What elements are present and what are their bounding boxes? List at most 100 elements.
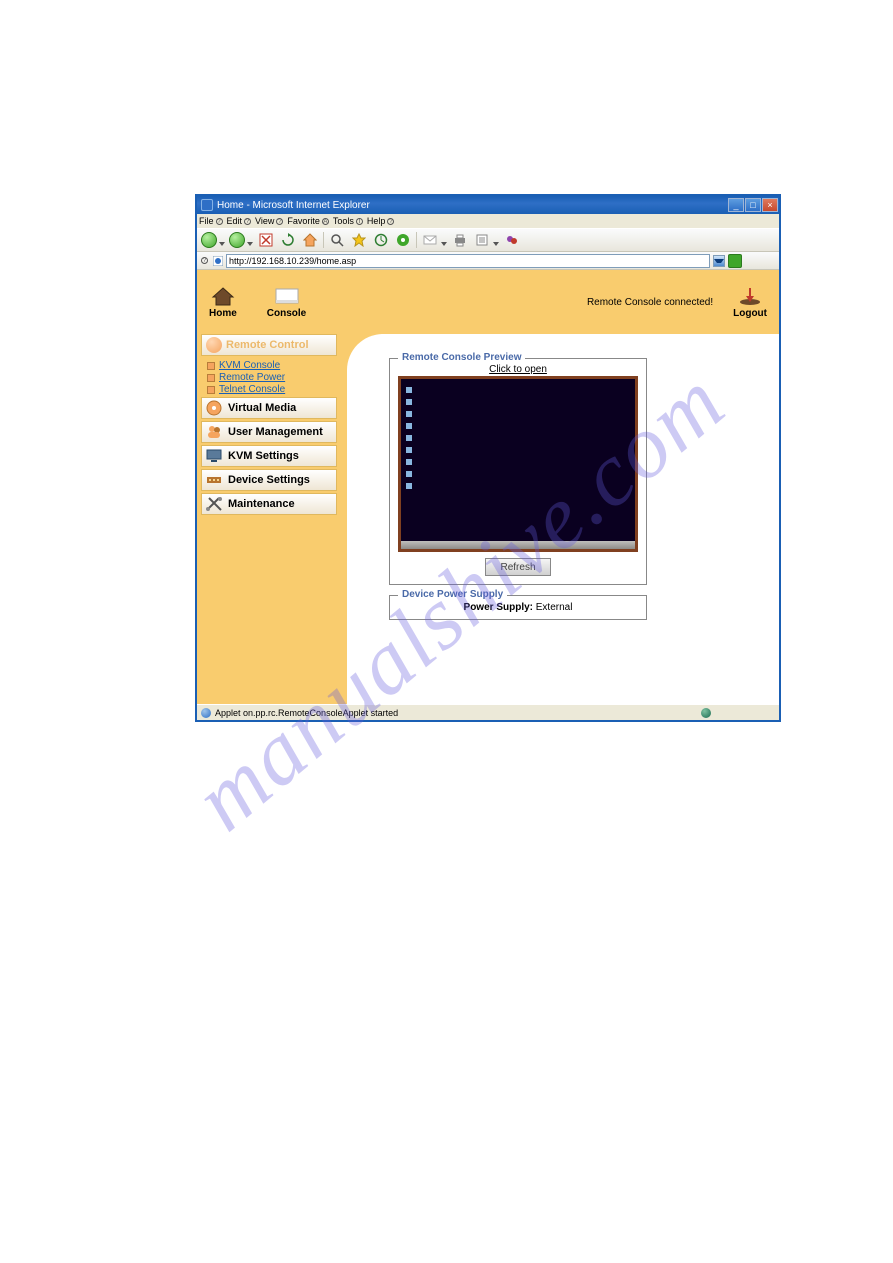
maintenance-icon — [204, 495, 224, 513]
msn-icon[interactable] — [503, 231, 521, 249]
sidebar-kvm-console[interactable]: KVM Console — [207, 360, 347, 371]
edit-dropdown[interactable] — [493, 237, 499, 243]
forward-button[interactable] — [229, 232, 245, 248]
nav-console[interactable]: Console — [267, 286, 306, 319]
title-bar: Home - Microsoft Internet Explorer _ □ × — [197, 196, 779, 214]
connection-status: Remote Console connected! — [587, 297, 713, 308]
status-icon — [201, 708, 211, 718]
sidebar-maintenance[interactable]: Maintenance — [201, 493, 337, 515]
sidebar-device-settings-label: Device Settings — [228, 474, 310, 486]
home-icon — [211, 286, 235, 306]
menu-glyph: ? — [276, 218, 283, 225]
back-dropdown[interactable] — [219, 237, 225, 243]
edit-icon[interactable] — [473, 231, 491, 249]
back-button[interactable] — [201, 232, 217, 248]
stop-icon[interactable] — [257, 231, 275, 249]
power-supply-label: Power Supply: — [464, 602, 533, 613]
kvm-settings-icon — [204, 447, 224, 465]
status-bar: Applet on.pp.rc.RemoteConsoleApplet star… — [197, 704, 779, 720]
console-icon — [275, 286, 299, 306]
menu-glyph: ? — [216, 218, 223, 225]
desktop-icon — [406, 483, 412, 489]
rcp-legend: Remote Console Preview — [398, 352, 525, 363]
desktop-icon — [406, 423, 412, 429]
nav-logout[interactable]: Logout — [733, 286, 767, 319]
nav-home[interactable]: Home — [209, 286, 237, 319]
dps-legend: Device Power Supply — [398, 589, 507, 600]
sidebar-remote-control-label: Remote Control — [226, 339, 309, 351]
sidebar-device-settings[interactable]: Device Settings — [201, 469, 337, 491]
sidebar-user-management[interactable]: User Management — [201, 421, 337, 443]
device-power-supply-box: Device Power Supply Power Supply: Extern… — [389, 595, 647, 620]
desktop-icon — [406, 387, 412, 393]
refresh-icon[interactable] — [279, 231, 297, 249]
toolbar — [197, 228, 779, 252]
history-icon[interactable] — [372, 231, 390, 249]
close-button[interactable]: × — [762, 198, 778, 212]
window-controls: _ □ × — [728, 198, 779, 212]
power-supply-value: External — [536, 602, 573, 613]
ie-icon — [201, 199, 213, 211]
device-settings-icon — [204, 471, 224, 489]
print-icon[interactable] — [451, 231, 469, 249]
maximize-button[interactable]: □ — [745, 198, 761, 212]
menu-bar: File? Edit? View? Favorite A ToolsI Help… — [197, 214, 779, 228]
nav-logout-label: Logout — [733, 308, 767, 319]
desktop-icon — [406, 447, 412, 453]
desktop-icon — [406, 459, 412, 465]
desktop-icon — [406, 471, 412, 477]
menu-glyph: ? — [387, 218, 394, 225]
menu-file[interactable]: File — [199, 216, 214, 226]
page-content: Home Console Remote Console connected! L… — [197, 270, 779, 704]
menu-glyph: A — [322, 218, 329, 225]
refresh-button[interactable]: Refresh — [485, 558, 551, 576]
menu-help[interactable]: Help — [367, 216, 386, 226]
window-title: Home - Microsoft Internet Explorer — [217, 200, 724, 211]
internet-zone-icon — [701, 708, 711, 718]
address-input[interactable]: http://192.168.10.239/home.asp — [226, 254, 710, 268]
click-to-open-link[interactable]: Click to open — [398, 363, 638, 376]
body-row: Remote Control KVM Console Remote Power … — [197, 334, 779, 704]
minimize-button[interactable]: _ — [728, 198, 744, 212]
sidebar-user-management-label: User Management — [228, 426, 323, 438]
virtual-media-icon — [204, 399, 224, 417]
menu-tools[interactable]: Tools — [333, 216, 354, 226]
sidebar-maintenance-label: Maintenance — [228, 498, 295, 510]
separator — [323, 232, 324, 248]
sidebar-virtual-media[interactable]: Virtual Media — [201, 397, 337, 419]
remote-control-icon — [206, 337, 222, 353]
preview-taskbar — [401, 541, 635, 549]
menu-view[interactable]: View — [255, 216, 274, 226]
main-panel: Remote Console Preview Click to open — [347, 334, 779, 704]
sidebar-remote-power-label: Remote Power — [219, 372, 285, 383]
top-nav: Home Console Remote Console connected! L… — [197, 270, 779, 334]
preview-screen[interactable] — [398, 376, 638, 552]
page-icon — [213, 256, 223, 266]
menu-favorite[interactable]: Favorite — [287, 216, 320, 226]
mail-dropdown[interactable] — [441, 237, 447, 243]
power-supply-row: Power Supply: External — [398, 600, 638, 613]
mail-icon[interactable] — [421, 231, 439, 249]
address-url: http://192.168.10.239/home.asp — [229, 256, 356, 266]
go-button[interactable] — [728, 254, 742, 268]
status-text: Applet on.pp.rc.RemoteConsoleApplet star… — [215, 708, 398, 718]
menu-edit[interactable]: Edit — [227, 216, 243, 226]
address-dropdown[interactable] — [713, 255, 725, 267]
search-icon[interactable] — [328, 231, 346, 249]
media-icon[interactable] — [394, 231, 412, 249]
sidebar-kvm-settings[interactable]: KVM Settings — [201, 445, 337, 467]
sidebar-remote-power[interactable]: Remote Power — [207, 372, 347, 383]
logout-icon — [738, 286, 762, 306]
desktop-icon — [406, 435, 412, 441]
sidebar-remote-control[interactable]: Remote Control — [201, 334, 337, 356]
sidebar-virtual-media-label: Virtual Media — [228, 402, 296, 414]
forward-dropdown[interactable] — [247, 237, 253, 243]
menu-glyph: ? — [244, 218, 251, 225]
sidebar-kvm-console-label: KVM Console — [219, 360, 280, 371]
favorites-icon[interactable] — [350, 231, 368, 249]
sidebar-telnet-console[interactable]: Telnet Console — [207, 384, 347, 395]
sidebar-kvm-settings-label: KVM Settings — [228, 450, 299, 462]
address-bar: ? http://192.168.10.239/home.asp — [197, 252, 779, 270]
sidebar-telnet-console-label: Telnet Console — [219, 384, 285, 395]
home-icon[interactable] — [301, 231, 319, 249]
